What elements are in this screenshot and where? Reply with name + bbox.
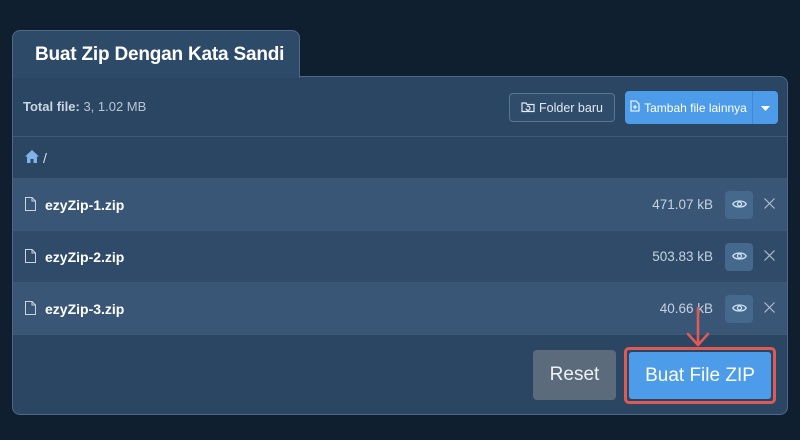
close-icon	[763, 300, 775, 318]
remove-file-button[interactable]	[761, 301, 777, 317]
eye-icon	[731, 196, 747, 214]
file-panel: Total file: 3, 1.02 MB Folder baru Tamba…	[12, 76, 788, 415]
reset-button[interactable]: Reset	[533, 350, 616, 400]
preview-button[interactable]	[725, 242, 753, 271]
create-zip-button[interactable]: Buat File ZIP	[629, 352, 771, 399]
file-icon	[25, 301, 36, 320]
new-folder-button[interactable]: Folder baru	[509, 93, 615, 122]
arrow-down-icon	[683, 306, 713, 353]
file-name: ezyZip-3.zip	[45, 300, 125, 317]
close-icon	[763, 248, 775, 266]
page-title-tab: Buat Zip Dengan Kata Sandi	[12, 30, 300, 78]
preview-button[interactable]	[725, 190, 753, 219]
file-plus-icon	[630, 100, 640, 115]
total-value: 3, 1.02 MB	[83, 99, 147, 114]
add-more-files-main[interactable]: Tambah file lainnya	[625, 91, 752, 124]
eye-icon	[731, 248, 747, 266]
create-zip-highlight: Buat File ZIP	[624, 347, 776, 404]
total-label: Total file:	[23, 99, 80, 114]
remove-file-button[interactable]	[761, 197, 777, 213]
close-icon	[763, 196, 775, 214]
add-more-files-label: Tambah file lainnya	[644, 100, 747, 115]
preview-button[interactable]	[725, 294, 753, 323]
home-icon[interactable]	[25, 149, 39, 166]
file-icon	[25, 249, 36, 268]
folder-refresh-icon	[521, 100, 535, 116]
page-title: Buat Zip Dengan Kata Sandi	[35, 43, 285, 65]
toolbar: Total file: 3, 1.02 MB Folder baru Tamba…	[13, 77, 787, 137]
file-icon	[25, 197, 36, 216]
new-folder-label: Folder baru	[539, 100, 603, 115]
breadcrumb: /	[13, 137, 787, 179]
file-row: ezyZip-3.zip 40.66 kB	[13, 283, 787, 335]
total-files: Total file: 3, 1.02 MB	[23, 99, 146, 114]
add-more-files-button[interactable]: Tambah file lainnya	[625, 91, 778, 124]
caret-down-icon	[761, 101, 770, 115]
file-size: 471.07 kB	[652, 197, 713, 212]
file-size: 503.83 kB	[652, 249, 713, 264]
remove-file-button[interactable]	[761, 249, 777, 265]
file-row: ezyZip-1.zip 471.07 kB	[13, 179, 787, 231]
file-name: ezyZip-1.zip	[45, 196, 125, 213]
file-row: ezyZip-2.zip 503.83 kB	[13, 231, 787, 283]
file-name: ezyZip-2.zip	[45, 248, 125, 265]
add-options-dropdown[interactable]	[752, 91, 778, 124]
breadcrumb-separator: /	[43, 149, 47, 166]
eye-icon	[731, 300, 747, 318]
